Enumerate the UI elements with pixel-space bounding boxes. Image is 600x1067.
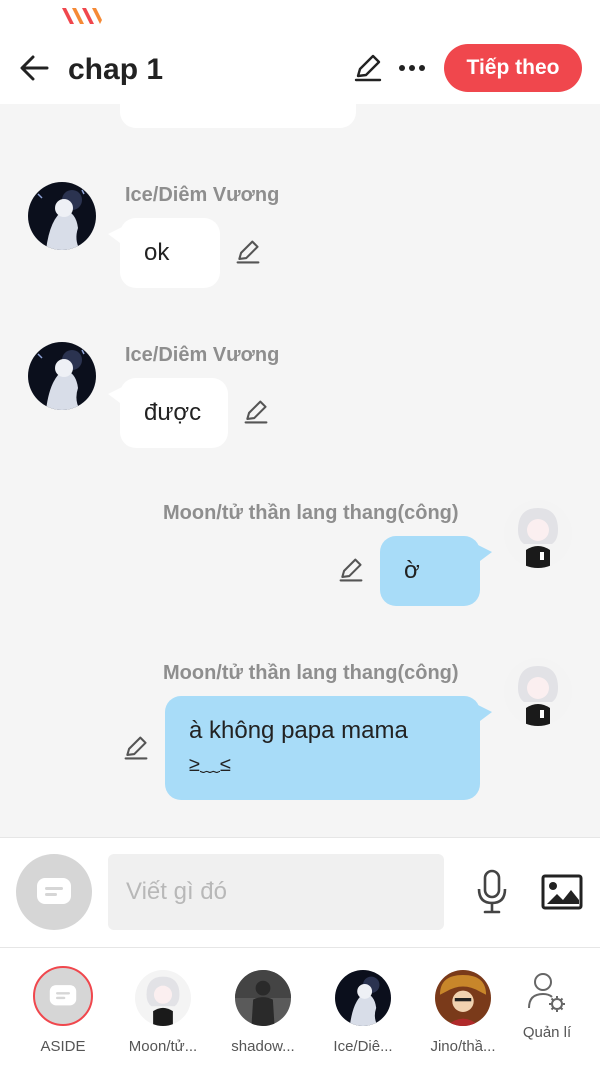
avatar bbox=[135, 970, 191, 1026]
app-header: chap 1 Tiếp theo bbox=[0, 36, 600, 104]
message-bubble: à không papa mama ≥﹏≤ bbox=[165, 696, 480, 800]
chat-bubble-icon bbox=[37, 878, 71, 904]
manage-characters-button[interactable]: Quản lí bbox=[499, 968, 595, 1058]
pencil-icon bbox=[354, 54, 382, 82]
character-bar: ASIDE Moon/tử... shadow... Ice/Diê... Ji… bbox=[0, 947, 600, 1067]
avatar[interactable] bbox=[504, 500, 572, 568]
pencil-icon bbox=[339, 558, 363, 582]
edit-title-button[interactable] bbox=[348, 50, 388, 86]
chat-area[interactable]: Ice/Diêm Vương ok Ice/Diêm Vương được Mo… bbox=[0, 104, 600, 837]
image-icon bbox=[541, 874, 583, 910]
avatar bbox=[235, 970, 291, 1026]
avatar[interactable] bbox=[28, 342, 96, 410]
more-options-button[interactable] bbox=[392, 50, 432, 86]
back-arrow-icon bbox=[20, 55, 49, 81]
message-bubble-partial bbox=[120, 104, 356, 128]
attach-image-button[interactable] bbox=[538, 870, 586, 914]
pencil-icon bbox=[244, 400, 268, 424]
edit-message-button[interactable] bbox=[333, 552, 369, 588]
pencil-icon bbox=[124, 736, 148, 760]
message-text-line: à không papa mama bbox=[189, 717, 408, 744]
chat-bubble-icon bbox=[49, 985, 77, 1006]
message-text-line: ≥﹏≤ bbox=[189, 754, 231, 776]
pencil-icon bbox=[236, 240, 260, 264]
character-label: Jino/thầ... bbox=[430, 1038, 496, 1055]
character-jino[interactable]: Jino/thầ... bbox=[415, 968, 511, 1058]
message-input[interactable] bbox=[108, 854, 444, 930]
message-bubble: được bbox=[120, 378, 228, 448]
character-label: Moon/tử... bbox=[128, 1038, 198, 1055]
sender-name: Ice/Diêm Vương bbox=[125, 344, 280, 366]
avatar bbox=[335, 970, 391, 1026]
character-label: shadow... bbox=[231, 1038, 295, 1055]
character-ice[interactable]: Ice/Diê... bbox=[315, 968, 411, 1058]
avatar[interactable] bbox=[28, 182, 96, 250]
character-moon[interactable]: Moon/tử... bbox=[115, 968, 211, 1058]
message-bubble: ok bbox=[120, 218, 220, 288]
sender-name: Moon/tử thần lang thang(công) bbox=[163, 502, 459, 524]
aside-avatar bbox=[33, 966, 93, 1026]
character-label: Ice/Diê... bbox=[333, 1038, 393, 1055]
status-bar bbox=[0, 0, 600, 36]
microphone-icon bbox=[477, 869, 507, 914]
edit-message-button[interactable] bbox=[230, 234, 266, 270]
edit-message-button[interactable] bbox=[238, 394, 274, 430]
sender-name: Moon/tử thần lang thang(công) bbox=[163, 662, 459, 684]
character-label: ASIDE bbox=[40, 1038, 86, 1055]
edit-message-button[interactable] bbox=[118, 730, 154, 766]
carrier-logo bbox=[62, 8, 102, 24]
composer-bar bbox=[0, 837, 600, 947]
sender-name: Ice/Diêm Vương bbox=[125, 184, 280, 206]
person-gear-icon bbox=[528, 973, 565, 1012]
aside-toggle-button[interactable] bbox=[16, 854, 92, 930]
back-button[interactable] bbox=[14, 50, 54, 86]
avatar[interactable] bbox=[504, 658, 572, 726]
message-bubble: ờ bbox=[380, 536, 480, 606]
avatar bbox=[435, 970, 491, 1026]
manage-label: Quản lí bbox=[522, 1024, 572, 1041]
next-chapter-button[interactable]: Tiếp theo bbox=[444, 44, 582, 92]
character-aside[interactable]: ASIDE bbox=[15, 966, 111, 1058]
character-shadow[interactable]: shadow... bbox=[215, 968, 311, 1058]
more-dots-icon bbox=[399, 65, 425, 71]
page-title: chap 1 bbox=[68, 53, 164, 86]
voice-input-button[interactable] bbox=[470, 866, 514, 918]
